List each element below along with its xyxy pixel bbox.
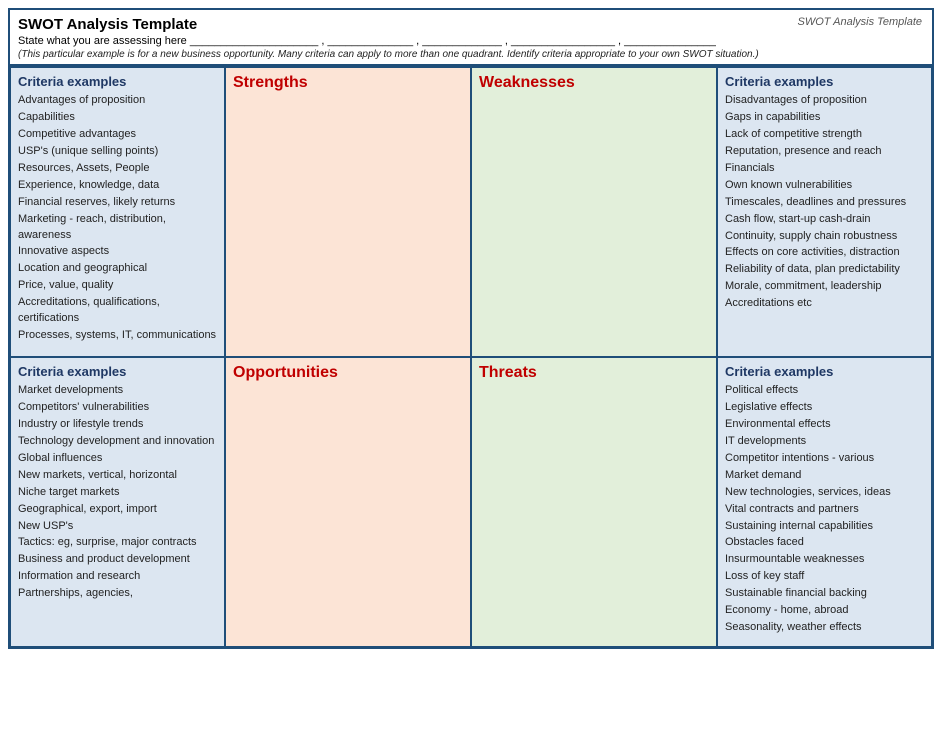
list-item: Capabilities bbox=[18, 110, 217, 126]
list-item: Lack of competitive strength bbox=[725, 127, 924, 143]
list-item: Environmental effects bbox=[725, 417, 924, 433]
opportunities-cell: Opportunities bbox=[225, 357, 471, 647]
list-item: Legislative effects bbox=[725, 400, 924, 416]
list-item: Competitors' vulnerabilities bbox=[18, 400, 217, 416]
list-item: Price, value, quality bbox=[18, 278, 217, 294]
list-item: Sustaining internal capabilities bbox=[725, 519, 924, 535]
criteria-bot-left-list: Market developmentsCompetitors' vulnerab… bbox=[18, 383, 217, 602]
list-item: Insurmountable weaknesses bbox=[725, 552, 924, 568]
list-item: Technology development and innovation bbox=[18, 434, 217, 450]
header-subtitle: State what you are assessing here ______… bbox=[18, 35, 924, 47]
criteria-bot-left-heading: Criteria examples bbox=[18, 364, 217, 379]
criteria-bot-right-heading: Criteria examples bbox=[725, 364, 924, 379]
list-item: Cash flow, start-up cash-drain bbox=[725, 212, 924, 228]
list-item: Competitor intentions - various bbox=[725, 451, 924, 467]
strengths-heading: Strengths bbox=[233, 74, 463, 92]
swot-template: SWOT Analysis Template SWOT Analysis Tem… bbox=[8, 8, 934, 649]
list-item: Reputation, presence and reach bbox=[725, 144, 924, 160]
list-item: Political effects bbox=[725, 383, 924, 399]
list-item: Business and product development bbox=[18, 552, 217, 568]
list-item: Tactics: eg, surprise, major contracts bbox=[18, 535, 217, 551]
criteria-top-right-list: Disadvantages of propositionGaps in capa… bbox=[725, 93, 924, 312]
threats-heading: Threats bbox=[479, 364, 709, 382]
list-item: New technologies, services, ideas bbox=[725, 485, 924, 501]
strengths-cell: Strengths bbox=[225, 67, 471, 357]
criteria-top-left-heading: Criteria examples bbox=[18, 74, 217, 89]
list-item: Experience, knowledge, data bbox=[18, 178, 217, 194]
list-item: Innovative aspects bbox=[18, 244, 217, 260]
weaknesses-cell: Weaknesses bbox=[471, 67, 717, 357]
criteria-top-right: Criteria examples Disadvantages of propo… bbox=[717, 67, 932, 357]
list-item: USP's (unique selling points) bbox=[18, 144, 217, 160]
header: SWOT Analysis Template SWOT Analysis Tem… bbox=[10, 10, 932, 66]
header-note: (This particular example is for a new bu… bbox=[18, 49, 924, 60]
list-item: Obstacles faced bbox=[725, 535, 924, 551]
list-item: Location and geographical bbox=[18, 261, 217, 277]
list-item: Processes, systems, IT, communications bbox=[18, 328, 217, 344]
list-item: Economy - home, abroad bbox=[725, 603, 924, 619]
list-item: Market demand bbox=[725, 468, 924, 484]
weaknesses-heading: Weaknesses bbox=[479, 74, 709, 92]
list-item: Resources, Assets, People bbox=[18, 161, 217, 177]
list-item: Global influences bbox=[18, 451, 217, 467]
criteria-top-right-heading: Criteria examples bbox=[725, 74, 924, 89]
list-item: New markets, vertical, horizontal bbox=[18, 468, 217, 484]
list-item: Seasonality, weather effects bbox=[725, 620, 924, 636]
list-item: Financial reserves, likely returns bbox=[18, 195, 217, 211]
list-item: Morale, commitment, leadership bbox=[725, 279, 924, 295]
list-item: Competitive advantages bbox=[18, 127, 217, 143]
list-item: Accreditations, qualifications, certific… bbox=[18, 295, 217, 327]
list-item: Marketing - reach, distribution, awarene… bbox=[18, 212, 217, 244]
list-item: Market developments bbox=[18, 383, 217, 399]
page-title: SWOT Analysis Template bbox=[18, 16, 924, 33]
swot-grid: Criteria examples Advantages of proposit… bbox=[10, 66, 932, 647]
list-item: Sustainable financial backing bbox=[725, 586, 924, 602]
criteria-top-left: Criteria examples Advantages of proposit… bbox=[10, 67, 225, 357]
list-item: Loss of key staff bbox=[725, 569, 924, 585]
list-item: Reliability of data, plan predictability bbox=[725, 262, 924, 278]
list-item: Disadvantages of proposition bbox=[725, 93, 924, 109]
list-item: IT developments bbox=[725, 434, 924, 450]
list-item: Gaps in capabilities bbox=[725, 110, 924, 126]
criteria-bot-left: Criteria examples Market developmentsCom… bbox=[10, 357, 225, 647]
criteria-bot-right-list: Political effectsLegislative effectsEnvi… bbox=[725, 383, 924, 636]
list-item: Effects on core activities, distraction bbox=[725, 245, 924, 261]
header-watermark: SWOT Analysis Template bbox=[797, 16, 922, 28]
list-item: Financials bbox=[725, 161, 924, 177]
list-item: Geographical, export, import bbox=[18, 502, 217, 518]
list-item: Vital contracts and partners bbox=[725, 502, 924, 518]
list-item: Partnerships, agencies, bbox=[18, 586, 217, 602]
list-item: Niche target markets bbox=[18, 485, 217, 501]
list-item: Own known vulnerabilities bbox=[725, 178, 924, 194]
threats-cell: Threats bbox=[471, 357, 717, 647]
list-item: Information and research bbox=[18, 569, 217, 585]
list-item: Advantages of proposition bbox=[18, 93, 217, 109]
list-item: Accreditations etc bbox=[725, 296, 924, 312]
opportunities-heading: Opportunities bbox=[233, 364, 463, 382]
list-item: Timescales, deadlines and pressures bbox=[725, 195, 924, 211]
list-item: Continuity, supply chain robustness bbox=[725, 229, 924, 245]
list-item: Industry or lifestyle trends bbox=[18, 417, 217, 433]
criteria-bot-right: Criteria examples Political effectsLegis… bbox=[717, 357, 932, 647]
criteria-top-left-list: Advantages of propositionCapabilitiesCom… bbox=[18, 93, 217, 344]
list-item: New USP's bbox=[18, 519, 217, 535]
